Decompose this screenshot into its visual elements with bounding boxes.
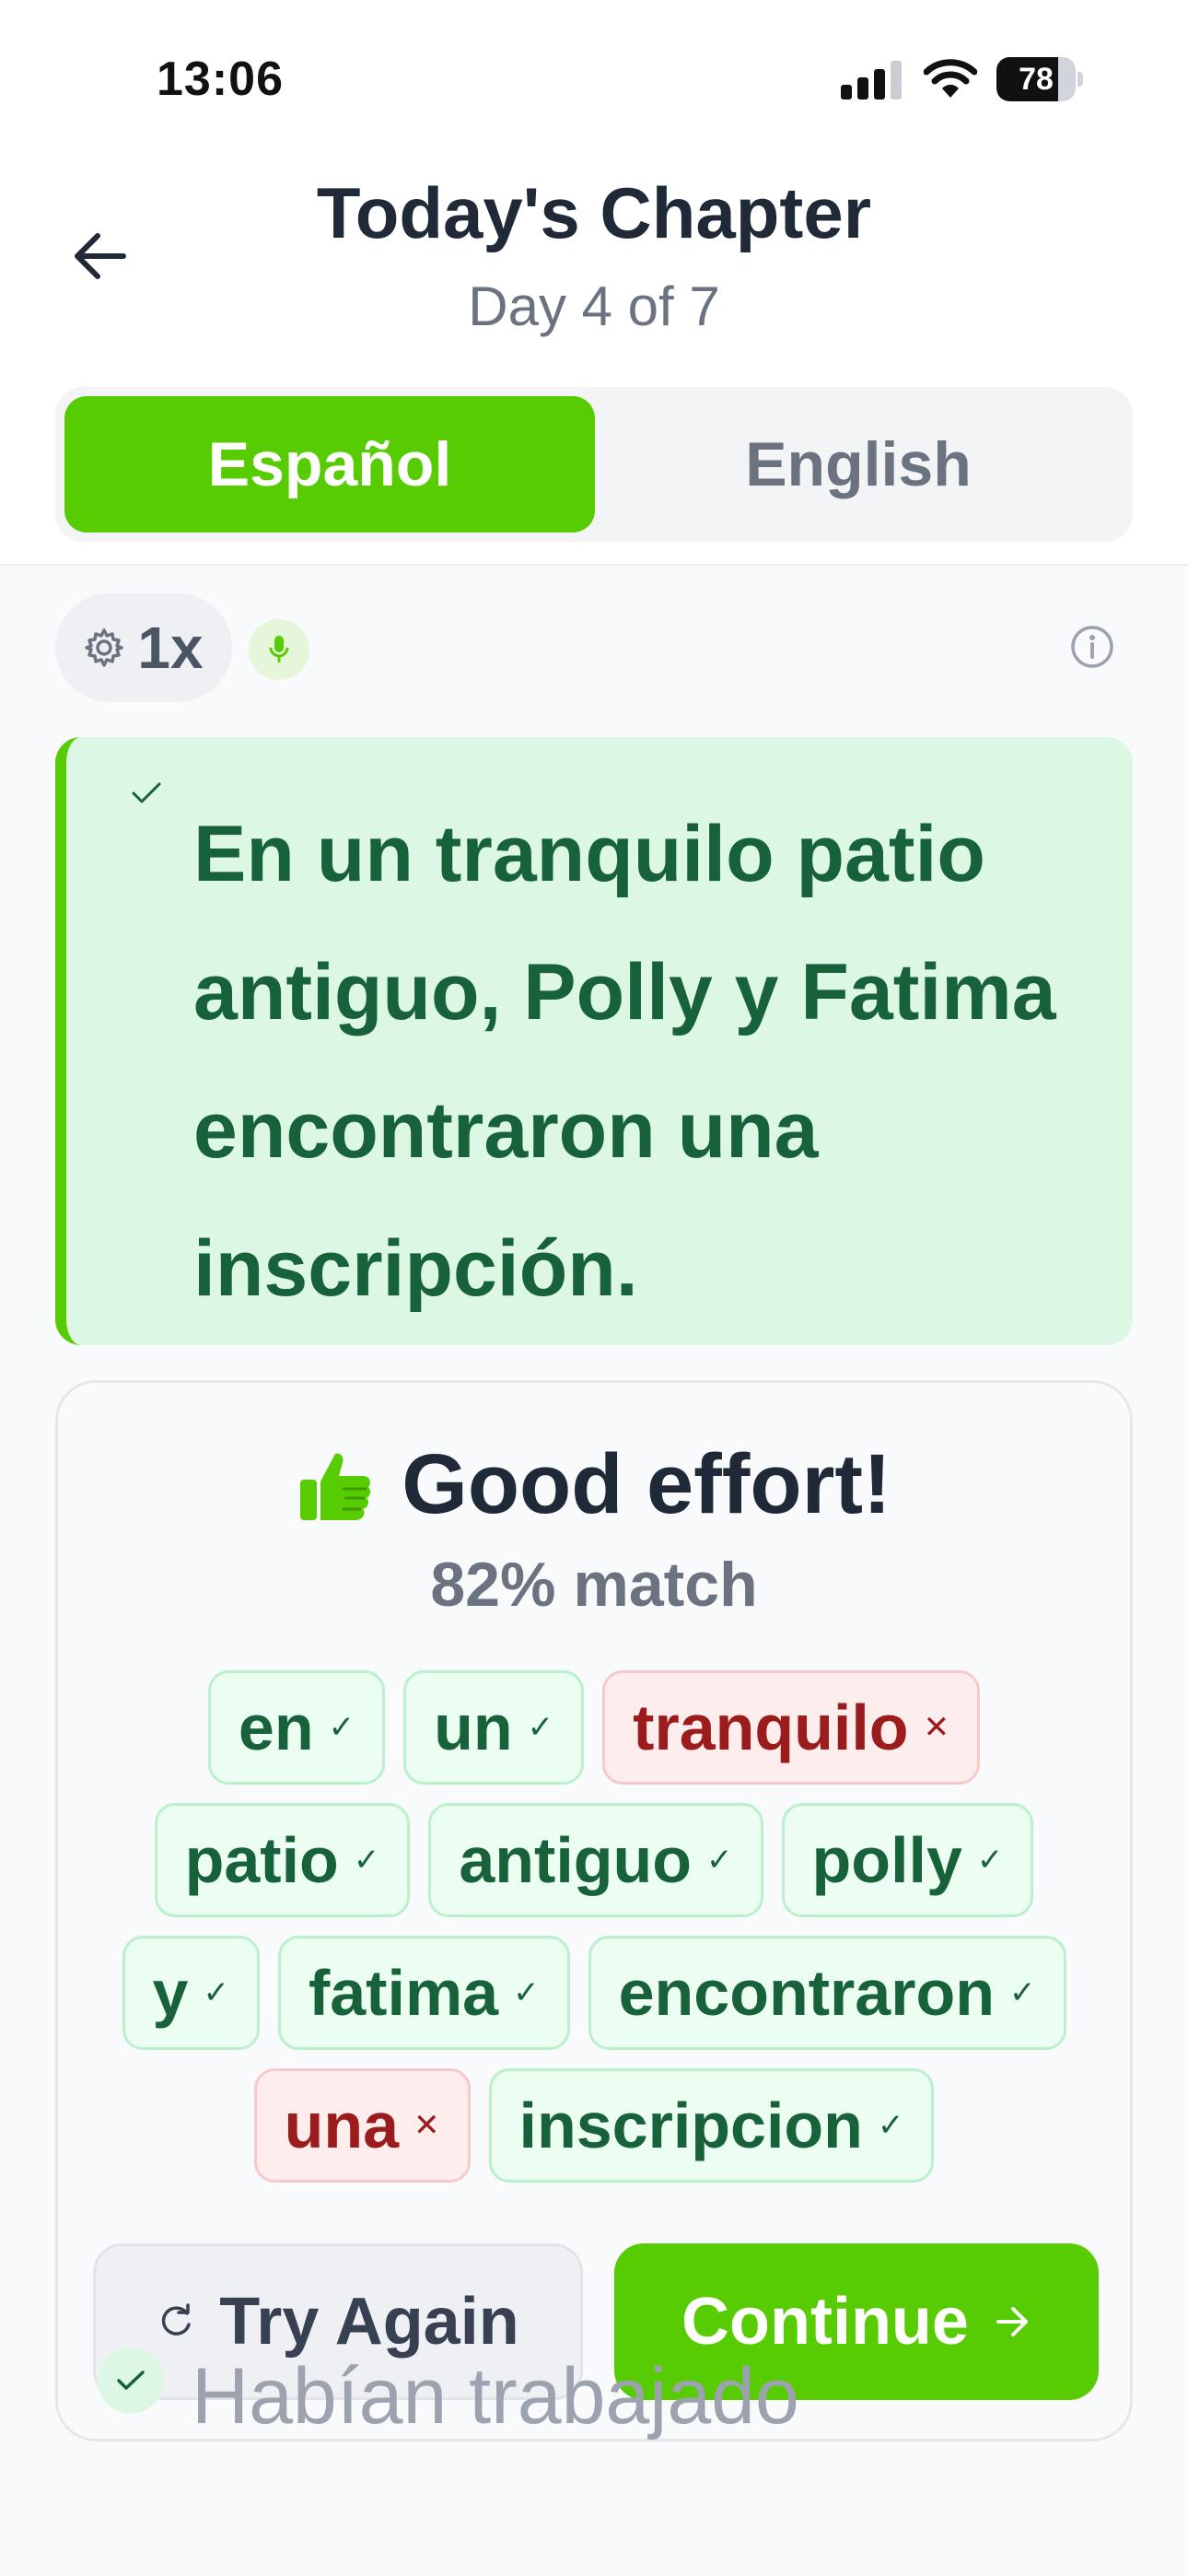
sentence-text: En un tranquilo patio antiguo, Polly y F…: [193, 810, 1056, 1313]
match-score: 82% match: [430, 1550, 758, 1620]
status-time: 13:06: [157, 53, 284, 106]
word-chip[interactable]: tranquilo ✕: [602, 1670, 981, 1785]
check-icon: [117, 2371, 145, 2390]
check-icon: ✓: [513, 1975, 540, 2010]
continue-label: Continue: [681, 2285, 969, 2359]
gear-icon: [85, 628, 124, 667]
check-icon: ✓: [1009, 1975, 1036, 2010]
thumbs-up-icon: [300, 1453, 371, 1520]
check-icon: ✓: [203, 1975, 229, 2010]
word-chip[interactable]: y ✓: [122, 1936, 260, 2050]
word-text: y: [152, 1957, 189, 2029]
word-chip[interactable]: polly ✓: [781, 1803, 1034, 1917]
check-icon: ✓: [976, 1843, 1004, 1878]
wifi-icon: [923, 57, 978, 100]
check-icon: ✓: [877, 2108, 904, 2143]
battery-percent: 78: [1019, 62, 1054, 97]
refresh-icon: [162, 2303, 192, 2336]
page-subtitle: Day 4 of 7: [468, 275, 720, 337]
battery-indicator: 78: [996, 57, 1083, 101]
word-chip[interactable]: fatima ✓: [277, 1936, 570, 2050]
tab-spanish[interactable]: Español: [64, 396, 595, 533]
word-chip[interactable]: inscripcion ✓: [488, 2068, 935, 2183]
word-text: tranquilo: [633, 1692, 909, 1763]
word-chip[interactable]: un ✓: [403, 1670, 585, 1785]
speed-button[interactable]: 1x: [55, 593, 232, 702]
word-text: patio: [184, 1824, 339, 1896]
microphone-button[interactable]: [249, 619, 309, 680]
word-text: un: [434, 1692, 513, 1763]
word-results: en ✓ un ✓ tranquilo ✕ patio ✓ antiguo ✓ polly ✓ y ✓ fa…: [86, 1670, 1102, 2183]
word-chip[interactable]: patio ✓: [154, 1803, 411, 1917]
word-text: fatima: [308, 1957, 499, 2029]
word-text: en: [238, 1692, 314, 1763]
word-text: polly: [811, 1824, 962, 1896]
word-text: antiguo: [459, 1824, 693, 1896]
speed-label: 1x: [137, 615, 204, 681]
word-chip[interactable]: una ✕: [253, 2068, 471, 2183]
check-icon: ✓: [527, 1710, 554, 1745]
word-chip[interactable]: antiguo ✓: [428, 1803, 763, 1917]
language-toggle: Español English: [55, 387, 1133, 542]
result-title: Good effort!: [402, 1437, 891, 1531]
result-header: Good effort!: [58, 1436, 1130, 1533]
word-text: encontraron: [618, 1957, 995, 2029]
check-icon: [132, 782, 161, 803]
next-sentence-text: Habían trabajado: [192, 2352, 799, 2441]
check-icon: ✓: [328, 1710, 355, 1745]
info-button[interactable]: [1068, 623, 1116, 671]
word-text: una: [284, 2090, 400, 2161]
result-card: Good effort! 82% match en ✓ un ✓ tranquilo ✕ p…: [55, 1380, 1133, 2441]
word-chip[interactable]: encontraron ✓: [588, 1936, 1066, 2050]
page-title: Today's Chapter: [316, 172, 872, 253]
arrow-right-icon: [996, 2307, 1028, 2336]
check-icon: ✓: [706, 1843, 733, 1878]
sentence-card: En un tranquilo patio antiguo, Polly y F…: [55, 737, 1133, 1345]
cross-icon: ✕: [923, 1710, 950, 1745]
word-chip[interactable]: en ✓: [207, 1670, 386, 1785]
cross-icon: ✕: [413, 2108, 440, 2143]
check-icon: ✓: [353, 1843, 380, 1878]
try-again-label: Try Again: [219, 2285, 519, 2359]
microphone-icon: [269, 636, 289, 662]
word-text: inscripcion: [518, 2090, 863, 2161]
info-icon: [1071, 626, 1113, 668]
tab-english[interactable]: English: [593, 396, 1124, 533]
battery-nub: [1077, 72, 1083, 87]
next-sentence-check: [98, 2348, 164, 2414]
cellular-signal-icon: [841, 61, 902, 100]
